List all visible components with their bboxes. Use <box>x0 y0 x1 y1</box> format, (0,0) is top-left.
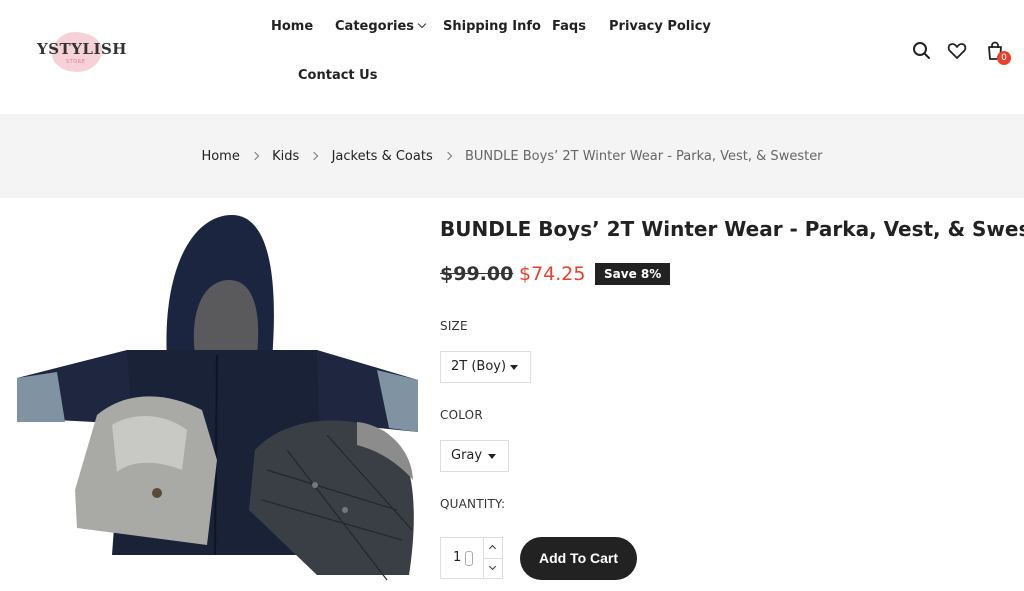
chevron-right-icon <box>310 151 319 161</box>
logo-subtext: STORE <box>66 59 86 65</box>
size-select-value: 2T (Boy) <box>451 359 507 374</box>
site-header: YSTYLISH STORE Home Categories Shipping … <box>0 0 1024 114</box>
quantity-input[interactable]: 1 <box>440 537 484 579</box>
breadcrumb-jackets-coats[interactable]: Jackets & Coats <box>332 149 433 164</box>
size-label: SIZE <box>440 319 468 333</box>
store-logo[interactable]: YSTYLISH STORE <box>36 30 126 74</box>
save-badge: Save 8% <box>595 263 671 285</box>
sale-price: $74.25 <box>519 263 586 285</box>
nav-home[interactable]: Home <box>271 19 313 34</box>
breadcrumb-kids[interactable]: Kids <box>272 149 299 164</box>
breadcrumb-bar: Home Kids Jackets & Coats BUNDLE Boys’ 2… <box>0 114 1024 198</box>
quantity-increase-button[interactable] <box>484 538 502 558</box>
caret-down-icon <box>488 454 496 459</box>
quantity-value: 1 <box>453 550 462 565</box>
nav-faqs[interactable]: Faqs <box>552 19 586 34</box>
chevron-right-icon <box>250 151 260 161</box>
chevron-up-icon <box>488 544 497 553</box>
size-select[interactable]: 2T (Boy) <box>440 351 531 383</box>
breadcrumb: Home Kids Jackets & Coats BUNDLE Boys’ 2… <box>0 149 1024 164</box>
breadcrumb-home[interactable]: Home <box>201 149 239 164</box>
color-select-value: Gray <box>451 448 483 463</box>
heart-icon[interactable] <box>946 40 968 62</box>
nav-categories[interactable]: Categories <box>335 19 427 34</box>
quantity-stepper <box>483 537 503 579</box>
chevron-right-icon <box>443 151 453 161</box>
search-icon[interactable] <box>911 40 933 62</box>
logo-text: YSTYLISH <box>37 40 127 58</box>
nav-categories-label: Categories <box>335 19 415 34</box>
add-to-cart-button[interactable]: Add To Cart <box>520 537 637 580</box>
spinner-icon[interactable] <box>465 551 473 566</box>
nav-privacy-policy[interactable]: Privacy Policy <box>609 19 711 34</box>
quantity-label: QUANTITY: <box>440 497 506 511</box>
product-title: BUNDLE Boys’ 2T Winter Wear - Parka, Ves… <box>440 217 1024 241</box>
product-image[interactable] <box>17 210 418 587</box>
cart-count-badge: 0 <box>997 51 1011 65</box>
nav-contact-us[interactable]: Contact Us <box>298 68 377 83</box>
nav-shipping-info[interactable]: Shipping Info <box>443 19 541 34</box>
breadcrumb-current: BUNDLE Boys’ 2T Winter Wear - Parka, Ves… <box>465 149 823 164</box>
chevron-down-icon <box>417 19 427 29</box>
quantity-decrease-button[interactable] <box>484 558 502 578</box>
original-price: $99.00 <box>440 263 514 285</box>
color-label: COLOR <box>440 408 483 422</box>
chevron-down-icon <box>488 562 497 571</box>
caret-down-icon <box>510 365 518 370</box>
color-select[interactable]: Gray <box>440 440 509 472</box>
